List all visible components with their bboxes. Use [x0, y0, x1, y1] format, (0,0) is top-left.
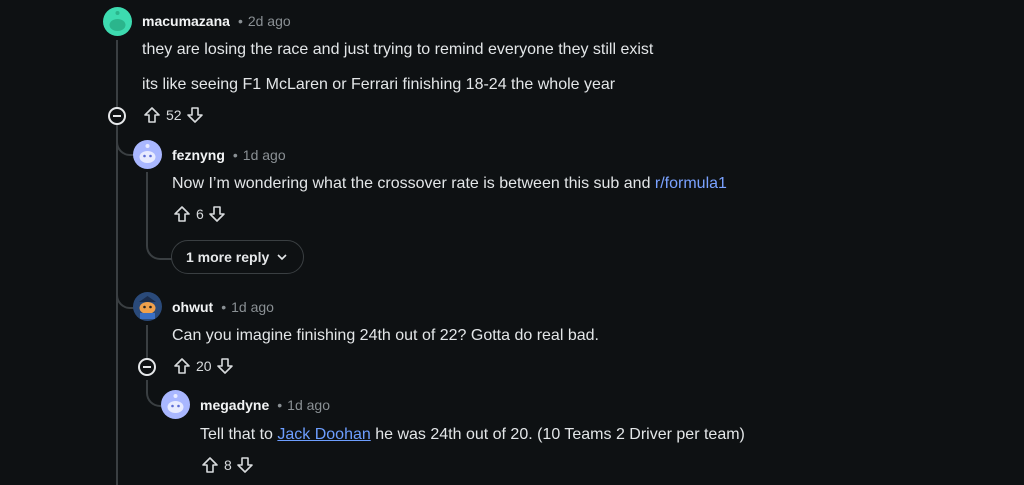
username[interactable]: macumazana [142, 13, 230, 29]
snoo-avatar-icon [109, 11, 126, 31]
thread-connector-more [146, 172, 172, 260]
more-replies-button[interactable]: 1 more reply [171, 240, 305, 274]
downvote-icon[interactable] [235, 455, 255, 475]
avatar[interactable] [161, 390, 190, 419]
comment-text-segment: Now I’m wondering what the crossover rat… [172, 175, 655, 192]
vote-bar: 20 [172, 356, 235, 376]
upvote-icon[interactable] [142, 105, 162, 125]
username[interactable]: feznyng [172, 147, 225, 163]
vote-count: 52 [166, 107, 182, 123]
vote-bar: 8 [200, 455, 255, 475]
vote-count: 6 [196, 206, 204, 222]
timestamp[interactable]: 2d ago [248, 13, 291, 29]
timestamp[interactable]: 1d ago [243, 147, 286, 163]
avatar[interactable] [103, 7, 132, 36]
comment-text: Tell that to Jack Doohan he was 24th out… [200, 426, 745, 444]
snoo-avatar-icon [139, 144, 156, 163]
comment-meta: macumazana • 2d ago [142, 13, 291, 29]
comment-text-segment: Tell that to [200, 426, 278, 443]
comment-text-segment: he was 24th out of 20. (10 Teams 2 Drive… [370, 426, 745, 443]
separator-dot: • [237, 13, 243, 29]
avatar[interactable] [133, 292, 162, 321]
separator-dot: • [277, 397, 283, 413]
chevron-down-icon [277, 254, 287, 261]
vote-bar: 52 [142, 105, 205, 125]
comment-text: Now I’m wondering what the crossover rat… [172, 175, 727, 193]
collapse-thread-button[interactable] [108, 107, 126, 125]
comment-text-line: they are losing the race and just trying… [142, 41, 654, 58]
collapse-thread-button[interactable] [138, 358, 156, 376]
upvote-icon[interactable] [172, 204, 192, 224]
avatar[interactable] [133, 140, 162, 169]
downvote-icon[interactable] [215, 356, 235, 376]
comment-text-line: its like seeing F1 McLaren or Ferrari fi… [142, 76, 616, 93]
comment-meta: feznyng • 1d ago [172, 147, 286, 163]
vote-count: 20 [196, 358, 212, 374]
username[interactable]: ohwut [172, 299, 213, 315]
downvote-icon[interactable] [207, 204, 227, 224]
separator-dot: • [221, 299, 227, 315]
timestamp[interactable]: 1d ago [231, 299, 274, 315]
comment-meta: ohwut • 1d ago [172, 299, 274, 315]
separator-dot: • [232, 147, 238, 163]
comment-text: Can you imagine finishing 24th out of 22… [172, 327, 599, 344]
external-link[interactable]: Jack Doohan [277, 426, 370, 443]
comment-meta: megadyne • 1d ago [200, 397, 330, 413]
more-replies-label: 1 more reply [186, 249, 270, 265]
upvote-icon[interactable] [172, 356, 192, 376]
snoo-avatar-icon [167, 394, 184, 413]
timestamp[interactable]: 1d ago [287, 397, 330, 413]
vote-bar: 6 [172, 204, 227, 224]
upvote-icon[interactable] [200, 455, 220, 475]
downvote-icon[interactable] [185, 105, 205, 125]
vote-count: 8 [224, 457, 232, 473]
snoo-avatar-icon [139, 296, 156, 319]
subreddit-link[interactable]: r/formula1 [655, 175, 727, 192]
username[interactable]: megadyne [200, 397, 269, 413]
